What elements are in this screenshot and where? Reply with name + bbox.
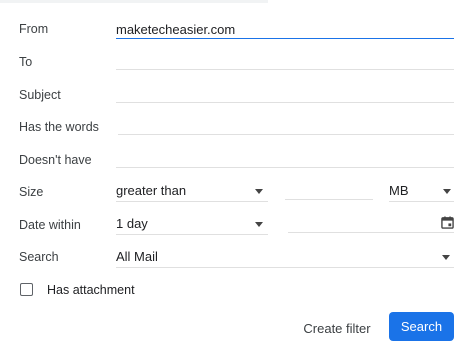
to-input[interactable] [116, 51, 454, 69]
to-label: To [19, 55, 33, 69]
size-comparator-select[interactable]: greater than [116, 183, 268, 202]
doesnt-have-field[interactable] [116, 149, 454, 168]
subject-field[interactable] [116, 84, 454, 103]
search-scope-label: Search [19, 250, 59, 264]
calendar-icon[interactable] [441, 216, 454, 229]
chevron-down-icon [443, 189, 451, 194]
has-attachment-label: Has attachment [47, 283, 135, 297]
has-words-input[interactable] [118, 116, 454, 134]
date-range-value: 1 day [116, 216, 148, 231]
size-amount-input[interactable] [285, 181, 373, 199]
chevron-down-icon [255, 222, 263, 227]
search-scope-value: All Mail [116, 249, 158, 264]
subject-input[interactable] [116, 84, 454, 102]
from-label: From [19, 22, 49, 36]
date-field[interactable] [288, 214, 454, 233]
to-field[interactable] [116, 51, 454, 70]
search-options-panel: From To Subject Has the words Doesn't ha… [0, 0, 474, 359]
size-unit-select[interactable]: MB [389, 183, 454, 202]
date-range-select[interactable]: 1 day [116, 216, 268, 235]
doesnt-have-input[interactable] [116, 149, 454, 167]
has-words-label: Has the words [19, 120, 99, 134]
size-comparator-value: greater than [116, 183, 187, 198]
subject-label: Subject [19, 88, 61, 102]
search-button[interactable]: Search [389, 312, 454, 341]
search-scope-select[interactable]: All Mail [116, 249, 454, 268]
top-divider [0, 0, 268, 3]
has-attachment-checkbox[interactable] [20, 283, 33, 296]
has-words-field[interactable] [118, 116, 454, 135]
from-input[interactable] [116, 20, 454, 38]
size-label: Size [19, 185, 44, 199]
create-filter-button[interactable]: Create filter [296, 314, 378, 342]
chevron-down-icon [442, 255, 450, 260]
date-within-label: Date within [19, 218, 81, 232]
size-amount-field[interactable] [285, 181, 373, 200]
chevron-down-icon [255, 189, 263, 194]
date-input[interactable] [288, 214, 428, 232]
doesnt-have-label: Doesn't have [19, 153, 92, 167]
size-unit-value: MB [389, 183, 409, 198]
from-field[interactable] [116, 20, 454, 39]
